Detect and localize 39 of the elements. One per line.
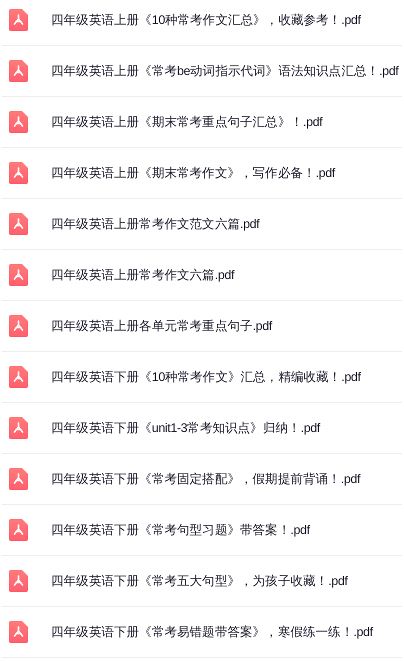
file-name: 四年级英语上册《期末常考重点句子汇总》！.pdf [51, 114, 322, 131]
file-name: 四年级英语下册《常考五大句型》，为孩子收藏！.pdf [51, 572, 348, 590]
file-row[interactable]: 四年级英语下册《常考固定搭配》，假期提前背诵！.pdf [2, 454, 402, 505]
file-row[interactable]: 四年级英语上册常考作文六篇.pdf [2, 250, 402, 301]
file-name: 四年级英语下册《常考固定搭配》，假期提前背诵！.pdf [51, 470, 360, 488]
file-row[interactable]: 四年级英语上册《常考be动词指示代词》语法知识点汇总！.pdf [2, 46, 402, 97]
file-row[interactable]: 四年级英语上册《10种常考作文汇总》，收藏参考！.pdf [2, 0, 402, 46]
pdf-file-icon [9, 60, 28, 82]
pdf-file-icon [9, 315, 28, 337]
file-row[interactable]: 四年级英语上册各单元常考重点句子.pdf [2, 301, 402, 352]
pdf-file-icon [9, 9, 28, 31]
file-row[interactable]: 四年级英语下册《常考易错题带答案》，寒假练一练！.pdf [2, 607, 402, 658]
file-row[interactable]: 四年级英语下册《unit1-3常考知识点》归纳！.pdf [2, 403, 402, 454]
file-name: 四年级英语下册《常考易错题带答案》，寒假练一练！.pdf [51, 624, 373, 641]
file-row[interactable]: 四年级英语上册《期末常考重点句子汇总》！.pdf [2, 97, 402, 148]
pdf-file-icon [9, 111, 28, 133]
file-name: 四年级英语下册《常考句型习题》带答案！.pdf [51, 522, 310, 539]
pdf-file-icon [9, 621, 28, 643]
pdf-file-icon [9, 468, 28, 490]
file-name: 四年级英语下册《10种常考作文》汇总，精编收藏！.pdf [51, 368, 361, 386]
pdf-file-icon [9, 366, 28, 388]
file-name: 四年级英语上册各单元常考重点句子.pdf [51, 318, 272, 335]
file-name: 四年级英语上册常考作文范文六篇.pdf [51, 216, 260, 233]
file-name: 四年级英语上册常考作文六篇.pdf [51, 266, 234, 284]
file-name: 四年级英语下册《unit1-3常考知识点》归纳！.pdf [51, 420, 320, 437]
file-row[interactable]: 四年级英语下册《常考五大句型》，为孩子收藏！.pdf [2, 556, 402, 607]
file-row[interactable]: 四年级英语上册常考作文范文六篇.pdf [2, 199, 402, 250]
pdf-file-icon [9, 417, 28, 439]
pdf-file-icon [9, 519, 28, 541]
file-row[interactable]: 四年级英语下册《常考句型习题》带答案！.pdf [2, 505, 402, 556]
file-row[interactable]: 四年级英语下册《10种常考作文》汇总，精编收藏！.pdf [2, 352, 402, 403]
file-name: 四年级英语上册《期末常考作文》，写作必备！.pdf [51, 164, 335, 182]
file-name: 四年级英语上册《常考be动词指示代词》语法知识点汇总！.pdf [51, 62, 398, 80]
file-row[interactable]: 四年级英语上册《期末常考作文》，写作必备！.pdf [2, 148, 402, 199]
pdf-file-icon [9, 570, 28, 592]
pdf-file-icon [9, 162, 28, 184]
pdf-file-icon [9, 213, 28, 235]
file-name: 四年级英语上册《10种常考作文汇总》，收藏参考！.pdf [51, 12, 361, 29]
pdf-file-icon [9, 264, 28, 286]
